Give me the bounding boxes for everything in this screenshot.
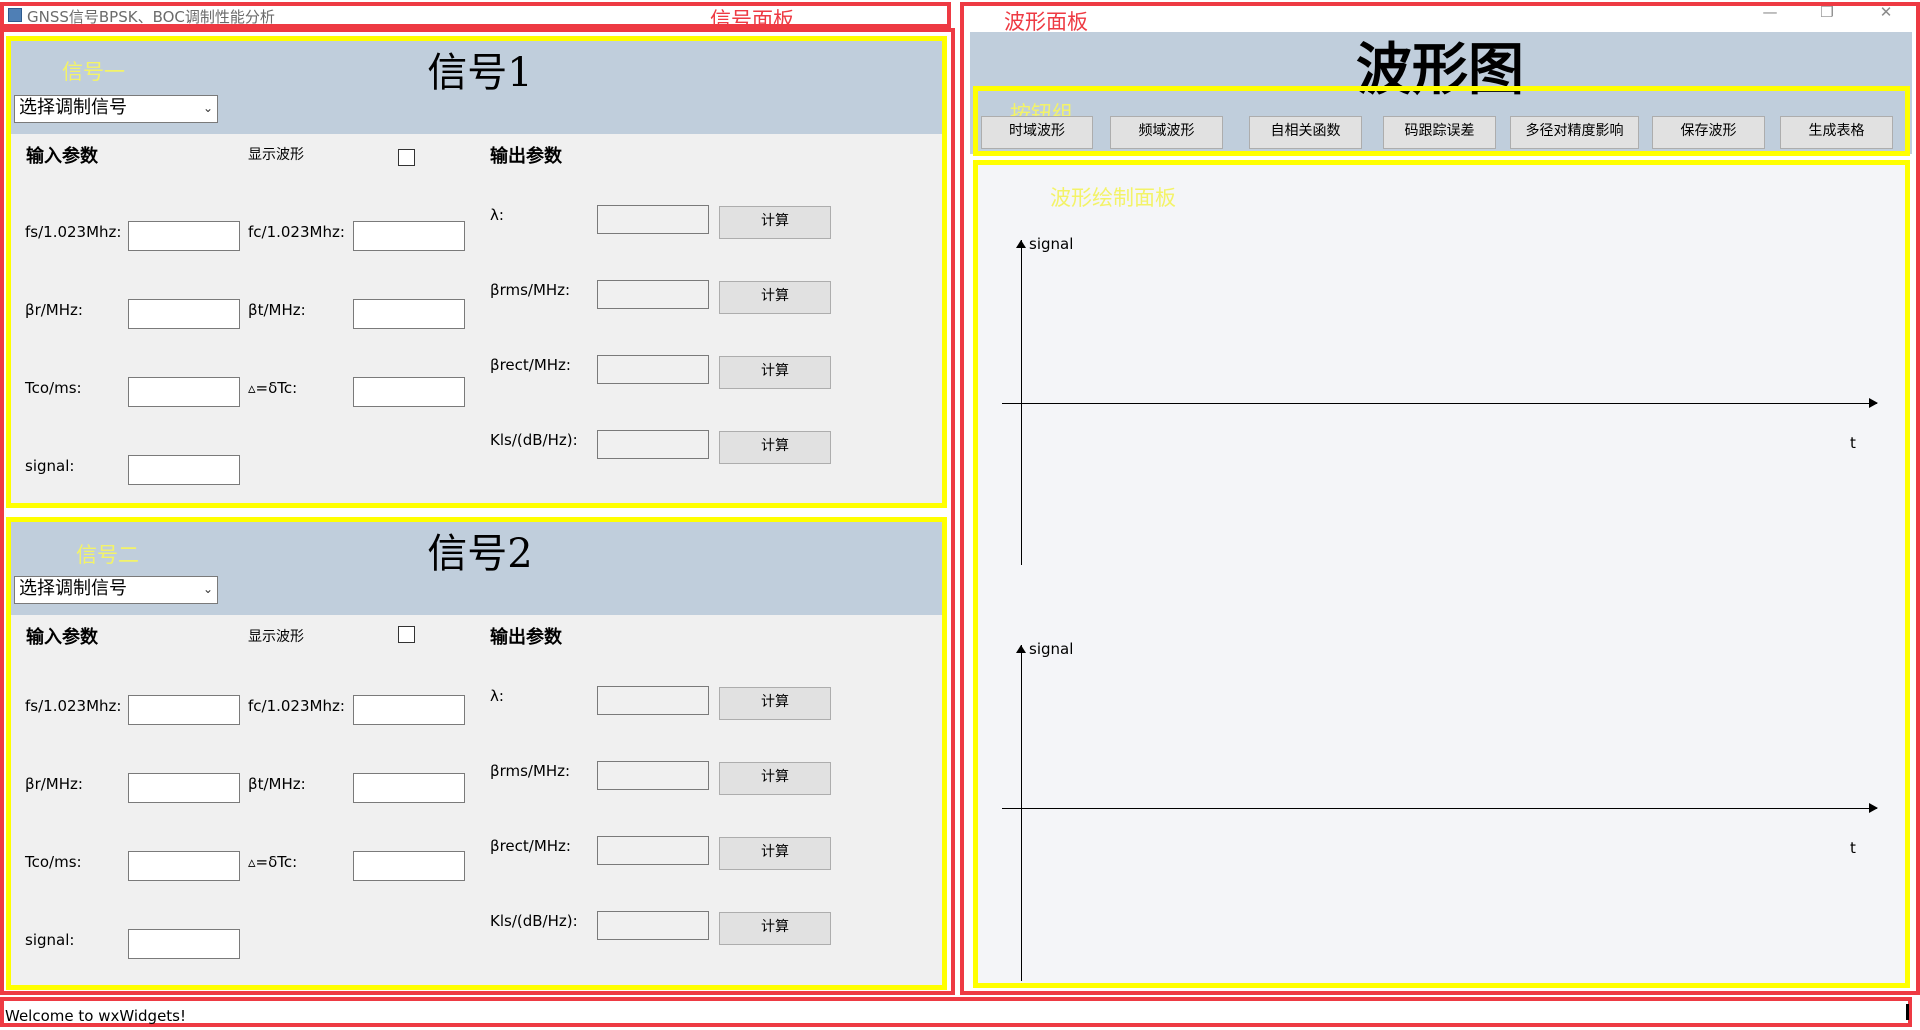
signal1-fs-label: fs/1.023Mhz: (25, 223, 122, 241)
plot2-y-axis (1021, 645, 1022, 981)
signal1-annotation: 信号一 (62, 60, 125, 84)
resize-grip-icon[interactable] (1906, 1004, 1909, 1020)
signal-panel-annotation: 信号面板 (710, 8, 794, 32)
signal1-select-value: 选择调制信号 (19, 97, 127, 118)
plot1-x-axis (1002, 403, 1877, 404)
signal2-brect-calc-button[interactable]: 计算 (719, 837, 831, 870)
signal2-lambda-label: λ: (490, 687, 504, 705)
signal1-kls-calc-button[interactable]: 计算 (719, 431, 831, 464)
signal2-kls-calc-button[interactable]: 计算 (719, 912, 831, 945)
signal2-signal-input[interactable] (128, 929, 240, 959)
signal2-brms-label: βrms/MHz: (490, 762, 571, 780)
signal2-input-header: 输入参数 (26, 627, 98, 648)
signal2-tco-label: Tco/ms: (25, 853, 82, 871)
plot1-y-arrow-icon (1016, 240, 1026, 248)
signal1-title: 信号1 (427, 50, 533, 96)
signal1-show-wave-label: 显示波形 (248, 147, 304, 163)
signal1-kls-output (597, 430, 709, 459)
save-wave-button[interactable]: 保存波形 (1652, 116, 1765, 149)
signal2-show-wave-checkbox[interactable] (398, 626, 415, 643)
plot1-x-label: t (1850, 434, 1856, 452)
signal1-show-wave-checkbox[interactable] (398, 149, 415, 166)
signal1-kls-label: Kls/(dB/Hz): (490, 431, 578, 449)
signal1-fs-input[interactable] (128, 221, 240, 251)
plot1-x-arrow-icon (1869, 398, 1878, 408)
signal2-br-input[interactable] (128, 773, 240, 803)
multipath-accuracy-button[interactable]: 多径对精度影响 (1510, 116, 1639, 149)
signal2-modulation-select[interactable]: 选择调制信号 ⌄ (14, 576, 218, 604)
signal2-select-value: 选择调制信号 (19, 578, 127, 599)
draw-panel-annotation-box (973, 160, 1910, 988)
plot2-x-label: t (1850, 839, 1856, 857)
signal1-bt-label: βt/MHz: (248, 301, 306, 319)
plot2-y-label: signal (1029, 640, 1074, 658)
signal1-delta-input[interactable] (353, 377, 465, 407)
signal1-brect-output (597, 355, 709, 384)
signal2-lambda-calc-button[interactable]: 计算 (719, 687, 831, 720)
signal1-brms-output (597, 280, 709, 309)
signal2-signal-label: signal: (25, 931, 75, 949)
signal1-tco-input[interactable] (128, 377, 240, 407)
signal2-kls-label: Kls/(dB/Hz): (490, 912, 578, 930)
signal1-signal-input[interactable] (128, 455, 240, 485)
signal1-signal-label: signal: (25, 457, 75, 475)
plot1-y-label: signal (1029, 235, 1074, 253)
signal2-fc-input[interactable] (353, 695, 465, 725)
signal1-lambda-calc-button[interactable]: 计算 (719, 206, 831, 239)
draw-panel-annotation: 波形绘制面板 (1050, 186, 1176, 210)
signal2-bt-input[interactable] (353, 773, 465, 803)
signal1-output-header: 输出参数 (490, 146, 562, 167)
signal2-br-label: βr/MHz: (25, 775, 83, 793)
signal2-output-header: 输出参数 (490, 627, 562, 648)
signal2-fs-input[interactable] (128, 695, 240, 725)
plot2-x-axis (1002, 808, 1877, 809)
signal1-brms-calc-button[interactable]: 计算 (719, 281, 831, 314)
signal2-annotation: 信号二 (76, 543, 139, 567)
signal1-br-input[interactable] (128, 299, 240, 329)
time-domain-button[interactable]: 时域波形 (981, 116, 1093, 149)
signal2-brms-output (597, 761, 709, 790)
signal2-fs-label: fs/1.023Mhz: (25, 697, 122, 715)
chevron-down-icon: ⌄ (202, 101, 213, 115)
signal2-tco-input[interactable] (128, 851, 240, 881)
signal2-fc-label: fc/1.023Mhz: (248, 697, 345, 715)
generate-table-button[interactable]: 生成表格 (1780, 116, 1893, 149)
signal1-delta-label: ▵=δTc: (248, 379, 298, 397)
signal2-delta-input[interactable] (353, 851, 465, 881)
signal1-brect-calc-button[interactable]: 计算 (719, 356, 831, 389)
signal1-bt-input[interactable] (353, 299, 465, 329)
chevron-down-icon: ⌄ (202, 582, 213, 596)
title-annotation-box (0, 2, 951, 28)
signal1-lambda-label: λ: (490, 206, 504, 224)
frequency-domain-button[interactable]: 频域波形 (1110, 116, 1223, 149)
signal1-fc-input[interactable] (353, 221, 465, 251)
signal2-lambda-output (597, 686, 709, 715)
signal2-brect-label: βrect/MHz: (490, 837, 571, 855)
status-annotation-box (0, 997, 1912, 1027)
signal1-fc-label: fc/1.023Mhz: (248, 223, 345, 241)
autocorrelation-button[interactable]: 自相关函数 (1249, 116, 1362, 149)
signal1-tco-label: Tco/ms: (25, 379, 82, 397)
signal1-lambda-output (597, 205, 709, 234)
signal2-kls-output (597, 911, 709, 940)
signal2-delta-label: ▵=δTc: (248, 853, 298, 871)
signal2-title: 信号2 (427, 531, 533, 577)
signal1-modulation-select[interactable]: 选择调制信号 ⌄ (14, 95, 218, 123)
status-text: Welcome to wxWidgets! (5, 1007, 187, 1025)
plot2-y-arrow-icon (1016, 645, 1026, 653)
signal1-input-header: 输入参数 (26, 146, 98, 167)
signal2-brms-calc-button[interactable]: 计算 (719, 762, 831, 795)
signal2-bt-label: βt/MHz: (248, 775, 306, 793)
signal1-br-label: βr/MHz: (25, 301, 83, 319)
signal1-brect-label: βrect/MHz: (490, 356, 571, 374)
signal2-brect-output (597, 836, 709, 865)
signal1-brms-label: βrms/MHz: (490, 281, 571, 299)
code-tracking-error-button[interactable]: 码跟踪误差 (1383, 116, 1496, 149)
signal2-show-wave-label: 显示波形 (248, 629, 304, 645)
plot2-x-arrow-icon (1869, 803, 1878, 813)
